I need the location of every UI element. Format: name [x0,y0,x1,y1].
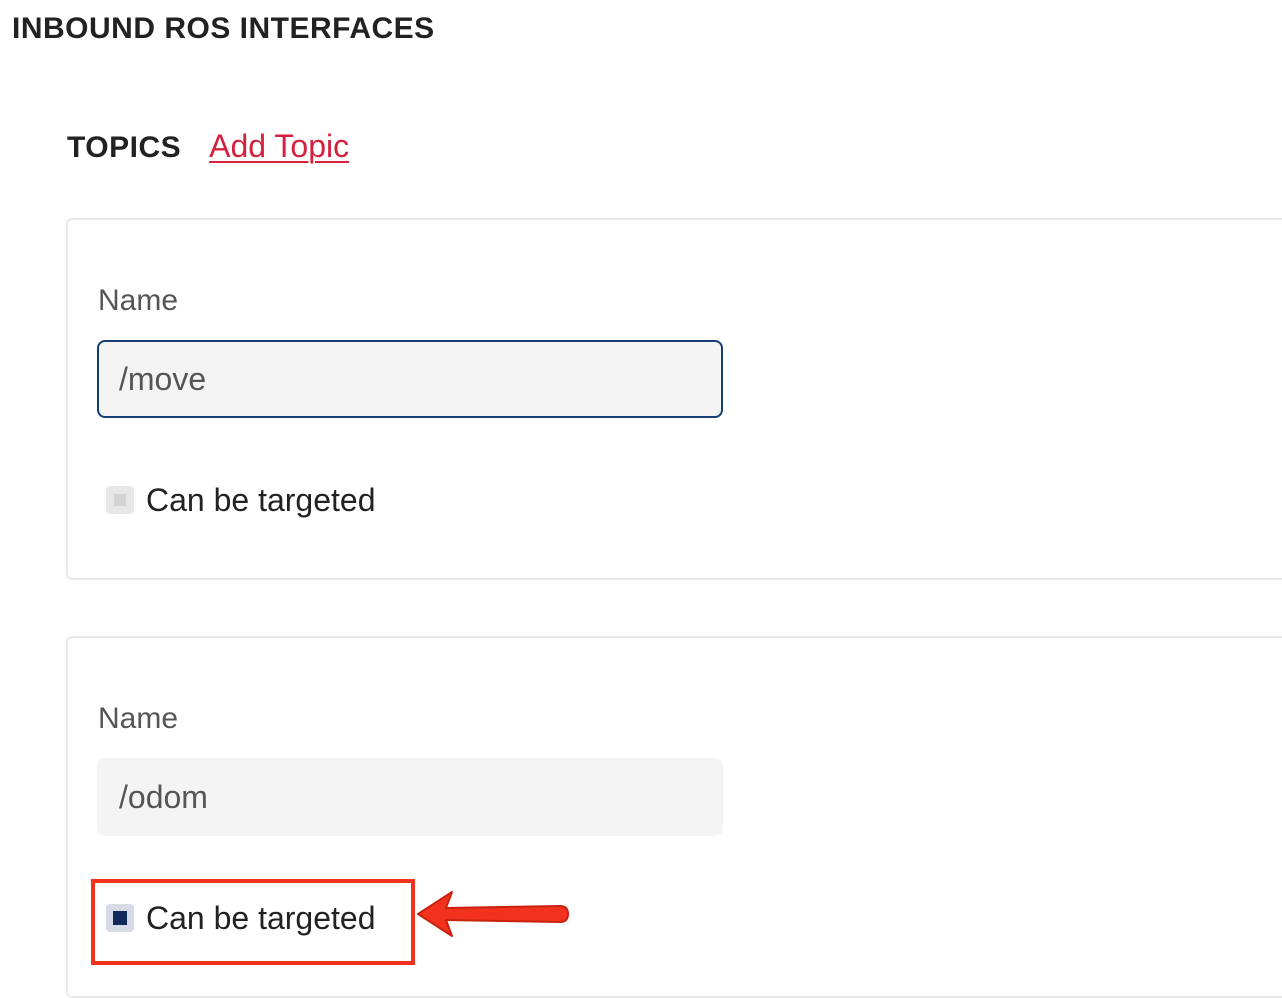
topics-title: TOPICS [67,131,182,164]
can-be-targeted-toggle[interactable]: Can be targeted [106,480,376,520]
name-label: Name [98,284,179,317]
can-be-targeted-label: Can be targeted [146,482,376,518]
checkbox-mark [113,911,127,925]
topic-card: Name Can be targeted [66,636,1282,998]
add-topic-link[interactable]: Add Topic [209,126,349,166]
topic-name-input[interactable] [97,758,723,836]
can-be-targeted-checkbox[interactable] [106,904,134,932]
section-title: INBOUND ROS INTERFACES [12,12,435,45]
can-be-targeted-label: Can be targeted [146,900,376,936]
can-be-targeted-checkbox[interactable] [106,486,134,514]
topic-name-input[interactable] [97,340,723,418]
checkbox-mark [114,494,126,506]
page: INBOUND ROS INTERFACES TOPICS Add Topic … [0,0,1282,998]
name-label: Name [98,702,179,735]
topics-header: TOPICS Add Topic [67,126,349,168]
can-be-targeted-toggle[interactable]: Can be targeted [106,898,376,938]
topic-card: Name Can be targeted [66,218,1282,580]
